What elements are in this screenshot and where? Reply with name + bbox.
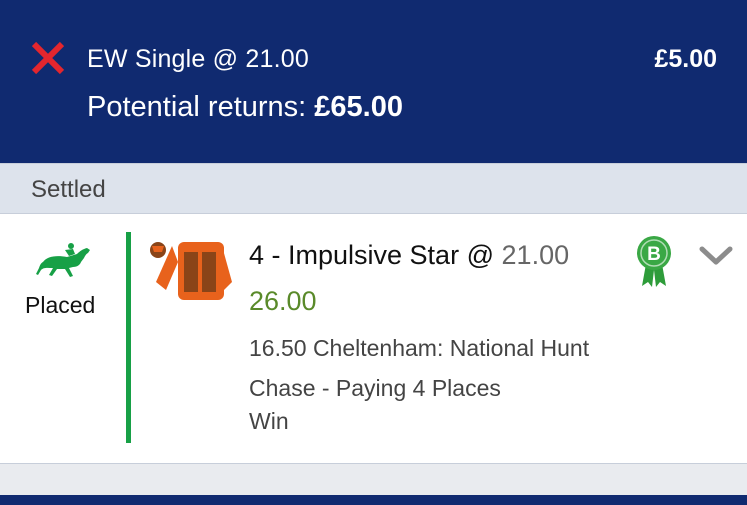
boost-badge-icon: B	[637, 236, 671, 287]
event-description: 16.50 Cheltenham: National Hunt Chase - …	[249, 335, 590, 401]
close-icon[interactable]	[30, 40, 66, 76]
returns-value: £65.00	[314, 91, 403, 123]
selection-name: 4 - Impulsive Star @ 21.00	[249, 240, 569, 271]
selection-label: 4 - Impulsive Star	[249, 240, 460, 270]
next-bet-header-edge	[0, 495, 747, 505]
potential-returns: Potential returns: £65.00	[87, 91, 403, 124]
badge-letter: B	[647, 244, 661, 265]
status-indicator	[126, 232, 131, 443]
section-bar: Settled	[0, 163, 747, 214]
boosted-price: 26.00	[249, 286, 317, 316]
chevron-down-icon[interactable]	[699, 245, 733, 267]
jockey-silks-icon	[150, 242, 232, 300]
at-symbol: @	[466, 240, 495, 270]
bet-result: Win	[249, 408, 289, 434]
bet-card[interactable]: Placed 4 - Impulsive Star @ 21.00 26.00 …	[0, 214, 747, 464]
bet-type-label: EW Single @ 21.00	[87, 45, 309, 73]
original-price: 21.00	[501, 240, 570, 270]
bet-header: EW Single @ 21.00 £5.00 Potential return…	[0, 0, 747, 163]
bet-status: Placed	[25, 292, 96, 318]
returns-label: Potential returns:	[87, 91, 307, 123]
section-label: Settled	[31, 176, 106, 203]
horse-racing-icon	[36, 243, 90, 277]
stake-amount: £5.00	[654, 45, 717, 73]
